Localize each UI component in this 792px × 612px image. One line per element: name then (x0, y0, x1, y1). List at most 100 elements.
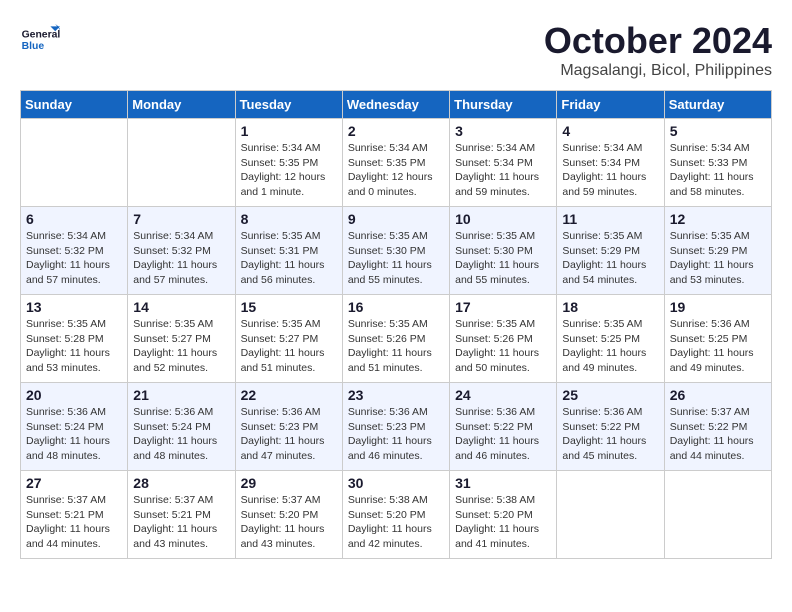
day-number: 10 (455, 211, 551, 227)
calendar-cell: 14 Sunrise: 5:35 AM Sunset: 5:27 PM Dayli… (128, 295, 235, 383)
day-detail: Sunrise: 5:37 AM Sunset: 5:21 PM Dayligh… (133, 493, 229, 552)
day-detail: Sunrise: 5:35 AM Sunset: 5:27 PM Dayligh… (241, 317, 337, 376)
day-detail: Sunrise: 5:35 AM Sunset: 5:30 PM Dayligh… (455, 229, 551, 288)
calendar-cell: 25 Sunrise: 5:36 AM Sunset: 5:22 PM Dayli… (557, 383, 664, 471)
weekday-header: Sunday (21, 91, 128, 119)
calendar-cell: 3Sunrise: 5:34 AM Sunset: 5:34 PM Daylig… (450, 119, 557, 207)
calendar-table: SundayMondayTuesdayWednesdayThursdayFrid… (20, 90, 772, 559)
day-detail: Sunrise: 5:34 AM Sunset: 5:32 PM Dayligh… (133, 229, 229, 288)
calendar-body: 1 Sunrise: 5:34 AM Sunset: 5:35 PM Daylig… (21, 119, 772, 559)
day-detail: Sunrise: 5:34 AM Sunset: 5:35 PM Dayligh… (348, 141, 444, 200)
day-number: 2 (348, 123, 444, 139)
day-detail: Sunrise: 5:34 AM Sunset: 5:34 PM Dayligh… (455, 141, 551, 200)
calendar-cell (21, 119, 128, 207)
calendar-cell: 30Sunrise: 5:38 AM Sunset: 5:20 PM Dayli… (342, 471, 449, 559)
day-detail: Sunrise: 5:38 AM Sunset: 5:20 PM Dayligh… (348, 493, 444, 552)
calendar-cell: 20 Sunrise: 5:36 AM Sunset: 5:24 PM Dayli… (21, 383, 128, 471)
location: Magsalangi, Bicol, Philippines (544, 62, 772, 80)
day-detail: Sunrise: 5:36 AM Sunset: 5:22 PM Dayligh… (455, 405, 551, 464)
calendar-cell: 6 Sunrise: 5:34 AM Sunset: 5:32 PM Daylig… (21, 207, 128, 295)
day-number: 1 (241, 123, 337, 139)
calendar-week-row: 13 Sunrise: 5:35 AM Sunset: 5:28 PM Dayli… (21, 295, 772, 383)
svg-text:Blue: Blue (22, 41, 45, 52)
day-number: 15 (241, 299, 337, 315)
calendar-cell: 2 Sunrise: 5:34 AM Sunset: 5:35 PM Daylig… (342, 119, 449, 207)
day-number: 18 (562, 299, 658, 315)
calendar-cell: 9Sunrise: 5:35 AM Sunset: 5:30 PM Daylig… (342, 207, 449, 295)
day-detail: Sunrise: 5:35 AM Sunset: 5:28 PM Dayligh… (26, 317, 122, 376)
day-number: 21 (133, 387, 229, 403)
calendar-cell: 22Sunrise: 5:36 AM Sunset: 5:23 PM Dayli… (235, 383, 342, 471)
calendar-cell: 8Sunrise: 5:35 AM Sunset: 5:31 PM Daylig… (235, 207, 342, 295)
calendar-cell (557, 471, 664, 559)
day-detail: Sunrise: 5:35 AM Sunset: 5:30 PM Dayligh… (348, 229, 444, 288)
calendar-cell: 31Sunrise: 5:38 AM Sunset: 5:20 PM Dayli… (450, 471, 557, 559)
day-number: 27 (26, 475, 122, 491)
weekday-header: Tuesday (235, 91, 342, 119)
calendar-cell: 27Sunrise: 5:37 AM Sunset: 5:21 PM Dayli… (21, 471, 128, 559)
day-number: 4 (562, 123, 658, 139)
calendar-cell: 23Sunrise: 5:36 AM Sunset: 5:23 PM Dayli… (342, 383, 449, 471)
calendar-cell: 12Sunrise: 5:35 AM Sunset: 5:29 PM Dayli… (664, 207, 771, 295)
day-number: 24 (455, 387, 551, 403)
day-number: 19 (670, 299, 766, 315)
page-header: General Blue October 2024 Magsalangi, Bi… (20, 20, 772, 80)
day-number: 13 (26, 299, 122, 315)
day-detail: Sunrise: 5:35 AM Sunset: 5:26 PM Dayligh… (348, 317, 444, 376)
day-detail: Sunrise: 5:34 AM Sunset: 5:33 PM Dayligh… (670, 141, 766, 200)
calendar-cell: 7Sunrise: 5:34 AM Sunset: 5:32 PM Daylig… (128, 207, 235, 295)
calendar-week-row: 6 Sunrise: 5:34 AM Sunset: 5:32 PM Daylig… (21, 207, 772, 295)
calendar-cell: 28 Sunrise: 5:37 AM Sunset: 5:21 PM Dayli… (128, 471, 235, 559)
day-number: 17 (455, 299, 551, 315)
calendar-cell: 10 Sunrise: 5:35 AM Sunset: 5:30 PM Dayli… (450, 207, 557, 295)
day-detail: Sunrise: 5:35 AM Sunset: 5:31 PM Dayligh… (241, 229, 337, 288)
day-number: 23 (348, 387, 444, 403)
day-number: 20 (26, 387, 122, 403)
month-title: October 2024 (544, 20, 772, 62)
calendar-cell (128, 119, 235, 207)
day-number: 26 (670, 387, 766, 403)
svg-text:General: General (22, 30, 60, 41)
calendar-cell: 21 Sunrise: 5:36 AM Sunset: 5:24 PM Dayli… (128, 383, 235, 471)
title-section: October 2024 Magsalangi, Bicol, Philippi… (544, 20, 772, 80)
day-number: 25 (562, 387, 658, 403)
day-detail: Sunrise: 5:37 AM Sunset: 5:22 PM Dayligh… (670, 405, 766, 464)
calendar-cell: 26 Sunrise: 5:37 AM Sunset: 5:22 PM Dayli… (664, 383, 771, 471)
day-number: 12 (670, 211, 766, 227)
calendar-cell: 1 Sunrise: 5:34 AM Sunset: 5:35 PM Daylig… (235, 119, 342, 207)
weekday-header: Saturday (664, 91, 771, 119)
calendar-cell: 15 Sunrise: 5:35 AM Sunset: 5:27 PM Dayli… (235, 295, 342, 383)
day-number: 29 (241, 475, 337, 491)
calendar-week-row: 1 Sunrise: 5:34 AM Sunset: 5:35 PM Daylig… (21, 119, 772, 207)
day-detail: Sunrise: 5:34 AM Sunset: 5:32 PM Dayligh… (26, 229, 122, 288)
calendar-cell: 17 Sunrise: 5:35 AM Sunset: 5:26 PM Dayli… (450, 295, 557, 383)
logo: General Blue (20, 20, 64, 60)
day-detail: Sunrise: 5:36 AM Sunset: 5:24 PM Dayligh… (133, 405, 229, 464)
weekday-header: Friday (557, 91, 664, 119)
calendar-cell: 29Sunrise: 5:37 AM Sunset: 5:20 PM Dayli… (235, 471, 342, 559)
day-detail: Sunrise: 5:36 AM Sunset: 5:23 PM Dayligh… (241, 405, 337, 464)
day-detail: Sunrise: 5:38 AM Sunset: 5:20 PM Dayligh… (455, 493, 551, 552)
day-detail: Sunrise: 5:36 AM Sunset: 5:24 PM Dayligh… (26, 405, 122, 464)
calendar-header: SundayMondayTuesdayWednesdayThursdayFrid… (21, 91, 772, 119)
calendar-week-row: 20 Sunrise: 5:36 AM Sunset: 5:24 PM Dayli… (21, 383, 772, 471)
day-detail: Sunrise: 5:35 AM Sunset: 5:27 PM Dayligh… (133, 317, 229, 376)
day-detail: Sunrise: 5:34 AM Sunset: 5:35 PM Dayligh… (241, 141, 337, 200)
day-number: 28 (133, 475, 229, 491)
calendar-cell (664, 471, 771, 559)
calendar-week-row: 27 Sunrise: 5:37 AM Sunset: 5:21 PM Dayli… (21, 471, 772, 559)
calendar-cell: 16Sunrise: 5:35 AM Sunset: 5:26 PM Dayli… (342, 295, 449, 383)
weekday-header: Wednesday (342, 91, 449, 119)
day-detail: Sunrise: 5:34 AM Sunset: 5:34 PM Dayligh… (562, 141, 658, 200)
weekday-header: Monday (128, 91, 235, 119)
day-detail: Sunrise: 5:35 AM Sunset: 5:26 PM Dayligh… (455, 317, 551, 376)
day-detail: Sunrise: 5:36 AM Sunset: 5:22 PM Dayligh… (562, 405, 658, 464)
calendar-cell: 19 Sunrise: 5:36 AM Sunset: 5:25 PM Dayli… (664, 295, 771, 383)
weekday-header: Thursday (450, 91, 557, 119)
day-number: 14 (133, 299, 229, 315)
day-number: 6 (26, 211, 122, 227)
day-number: 5 (670, 123, 766, 139)
logo-icon: General Blue (20, 20, 60, 60)
day-detail: Sunrise: 5:36 AM Sunset: 5:25 PM Dayligh… (670, 317, 766, 376)
day-detail: Sunrise: 5:35 AM Sunset: 5:29 PM Dayligh… (562, 229, 658, 288)
